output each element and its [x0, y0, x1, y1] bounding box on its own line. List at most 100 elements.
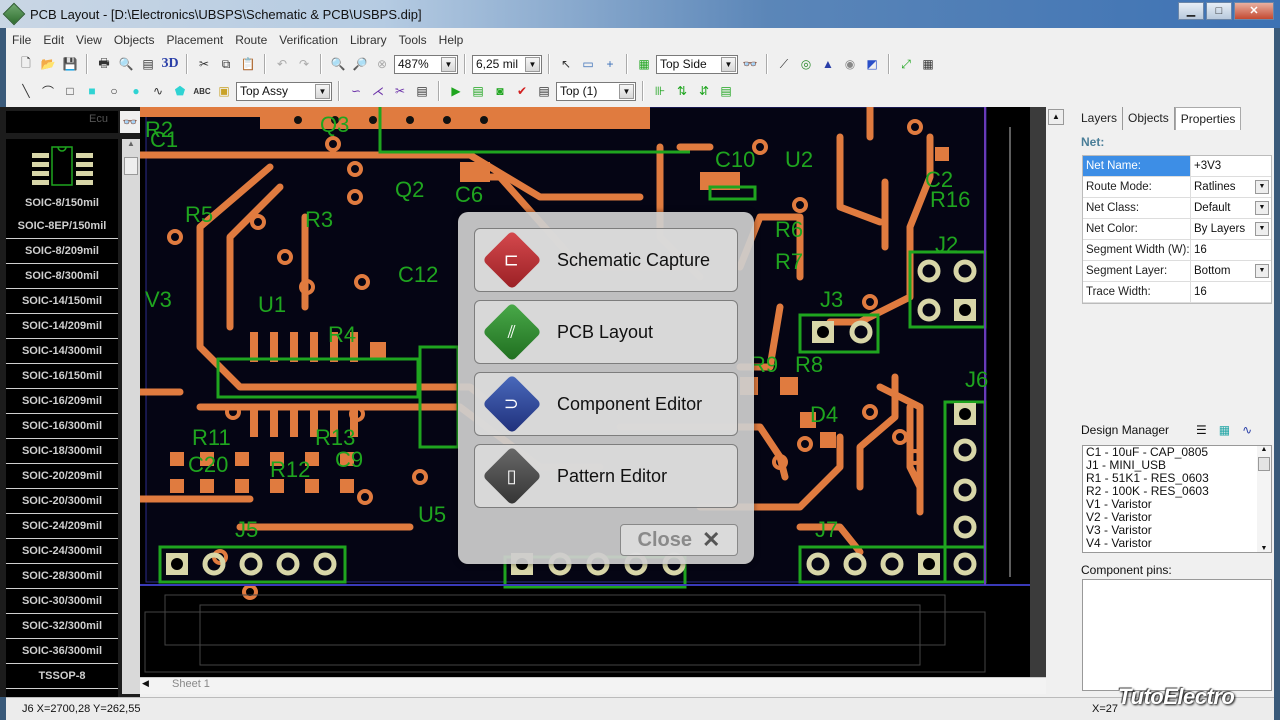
- filled-rectangle-icon[interactable]: ■: [82, 81, 102, 101]
- library-item[interactable]: SOIC-14/209mil: [6, 314, 118, 339]
- polygon-route-icon[interactable]: ◩: [862, 54, 882, 74]
- canvas-horizontal-scrollbar[interactable]: ◀ Sheet 1 ▶: [140, 677, 1060, 694]
- text-tool-icon[interactable]: ABC: [192, 81, 212, 101]
- library-item[interactable]: SOIC-30/300mil: [6, 589, 118, 614]
- menu-verification[interactable]: Verification: [273, 33, 344, 47]
- property-select[interactable]: Ratlines ▼: [1191, 177, 1271, 197]
- canvas-vertical-scrollbar[interactable]: [1030, 107, 1046, 677]
- copy-icon[interactable]: ⧉: [216, 54, 236, 74]
- library-item[interactable]: SOIC-16/150mil: [6, 364, 118, 389]
- menu-help[interactable]: Help: [433, 33, 470, 47]
- find-binoculars-icon[interactable]: 👓: [120, 111, 140, 133]
- library-item[interactable]: SOIC-8EP/150mil: [6, 214, 118, 239]
- find-binoculars-icon[interactable]: 👓: [740, 54, 760, 74]
- components-icon[interactable]: ▦: [1219, 423, 1230, 437]
- scroll-thumb[interactable]: [1258, 457, 1270, 471]
- library-item[interactable]: SOIC-32/300mil: [6, 614, 118, 639]
- component-designator[interactable]: J7: [815, 517, 838, 542]
- grid-select[interactable]: 6,25 mil ▼: [472, 54, 542, 74]
- component-designator[interactable]: R16: [930, 187, 970, 212]
- library-search-field[interactable]: Ecu: [6, 111, 118, 133]
- scroll-down-icon[interactable]: ▼: [1257, 545, 1271, 552]
- library-item[interactable]: SOIC-24/300mil: [6, 539, 118, 564]
- property-select[interactable]: Default ▼: [1191, 198, 1271, 218]
- library-item[interactable]: SOIC-8/300mil: [6, 264, 118, 289]
- netlist-icon[interactable]: ▤: [412, 81, 432, 101]
- copper-layer-select[interactable]: Top (1) ▼: [556, 81, 636, 101]
- autoroute-setup-icon[interactable]: ▤: [468, 81, 488, 101]
- menu-objects[interactable]: Objects: [108, 33, 161, 47]
- menu-route[interactable]: Route: [229, 33, 273, 47]
- component-designator[interactable]: R12: [270, 457, 310, 482]
- close-dialog-button[interactable]: Close ✕: [620, 524, 738, 556]
- multi-route-icon[interactable]: ⋌: [368, 81, 388, 101]
- component-designator[interactable]: J2: [935, 232, 958, 257]
- scroll-up-icon[interactable]: ▲: [1257, 446, 1271, 453]
- zoom-fit-icon[interactable]: ⊗: [372, 54, 392, 74]
- design-manager-scrollbar[interactable]: ▲ ▼: [1257, 446, 1271, 552]
- sheet-tab[interactable]: Sheet 1: [164, 678, 218, 694]
- pad-icon[interactable]: ◉: [840, 54, 860, 74]
- design-manager-item[interactable]: V4 - Varistor: [1083, 537, 1271, 550]
- menu-file[interactable]: File: [6, 33, 37, 47]
- optimize-icon[interactable]: ◙: [490, 81, 510, 101]
- wire-icon[interactable]: ⟋: [774, 54, 794, 74]
- paste-icon[interactable]: 📋: [238, 54, 258, 74]
- component-designator[interactable]: R2: [145, 117, 173, 142]
- component-designator[interactable]: J5: [235, 517, 258, 542]
- rectangle-tool-icon[interactable]: □: [60, 81, 80, 101]
- property-select[interactable]: Bottom ▼: [1191, 261, 1271, 281]
- component-designator[interactable]: C6: [455, 182, 483, 207]
- undo-icon[interactable]: ↶: [272, 54, 292, 74]
- pattern-editor-button[interactable]: ▯ Pattern Editor: [474, 444, 738, 508]
- menu-library[interactable]: Library: [344, 33, 393, 47]
- menu-placement[interactable]: Placement: [161, 33, 230, 47]
- property-input[interactable]: 16: [1191, 282, 1271, 302]
- polyline-tool-icon[interactable]: ∿: [148, 81, 168, 101]
- close-window-button[interactable]: ✕: [1234, 2, 1274, 20]
- component-designator[interactable]: U1: [258, 292, 286, 317]
- component-designator[interactable]: R6: [775, 217, 803, 242]
- assembly-layer-select[interactable]: Top Assy ▼: [236, 81, 332, 101]
- swap-pins-icon[interactable]: ⇵: [694, 81, 714, 101]
- library-item[interactable]: SOIC-14/150mil: [6, 289, 118, 314]
- component-designator[interactable]: R4: [328, 322, 356, 347]
- report-icon[interactable]: ▤: [138, 54, 158, 74]
- menu-tools[interactable]: Tools: [393, 33, 433, 47]
- library-item[interactable]: SOIC-28/300mil: [6, 564, 118, 589]
- component-designator[interactable]: J3: [820, 287, 843, 312]
- component-designator[interactable]: U2: [785, 147, 813, 172]
- drc-check-icon[interactable]: ✔: [512, 81, 532, 101]
- property-input[interactable]: 16: [1191, 240, 1271, 260]
- bus-icon[interactable]: ⊪: [650, 81, 670, 101]
- scroll-up-icon[interactable]: ▲: [122, 139, 140, 148]
- tab-layers[interactable]: Layers: [1076, 107, 1124, 130]
- component-designator[interactable]: C9: [335, 447, 363, 472]
- crosshair-icon[interactable]: +: [600, 54, 620, 74]
- component-designator[interactable]: V3: [145, 287, 172, 312]
- minimize-button[interactable]: ▁: [1178, 2, 1204, 20]
- component-report-icon[interactable]: ▤: [716, 81, 736, 101]
- component-designator[interactable]: U5: [418, 502, 446, 527]
- component-designator[interactable]: C20: [188, 452, 228, 477]
- route-icon[interactable]: ∽: [346, 81, 366, 101]
- ellipse-tool-icon[interactable]: ○: [104, 81, 124, 101]
- open-folder-icon[interactable]: 📂: [38, 54, 58, 74]
- unroute-icon[interactable]: ✂: [390, 81, 410, 101]
- pcb-layout-button[interactable]: ⫽ PCB Layout: [474, 300, 738, 364]
- component-designator[interactable]: Q2: [395, 177, 424, 202]
- dimension-icon[interactable]: ⤢: [896, 54, 916, 74]
- measure-icon[interactable]: ▭: [578, 54, 598, 74]
- redo-icon[interactable]: ↷: [294, 54, 314, 74]
- library-item[interactable]: SOIC-8/209mil: [6, 239, 118, 264]
- autoroute-start-icon[interactable]: ▶: [446, 81, 466, 101]
- line-tool-icon[interactable]: ╲: [16, 81, 36, 101]
- zoom-select[interactable]: 487% ▼: [394, 54, 458, 74]
- arc-tool-icon[interactable]: ⌒: [38, 81, 58, 101]
- library-item[interactable]: SOIC-14/300mil: [6, 339, 118, 364]
- library-item[interactable]: SOIC-16/209mil: [6, 389, 118, 414]
- component-editor-button[interactable]: ⊃ Component Editor: [474, 372, 738, 436]
- polygon-tool-icon[interactable]: ⬟: [170, 81, 190, 101]
- schematic-capture-button[interactable]: ⊏ Schematic Capture: [474, 228, 738, 292]
- view-3d-button[interactable]: 3D: [160, 54, 180, 74]
